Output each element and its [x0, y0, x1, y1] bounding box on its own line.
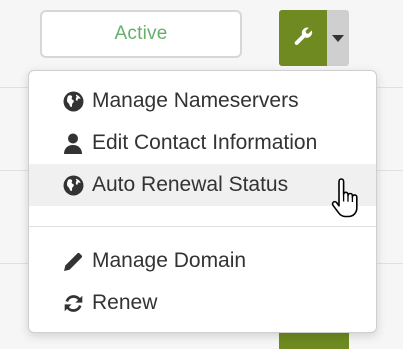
- globe-icon: [62, 174, 84, 196]
- menu-divider: [29, 226, 376, 227]
- menu-item-auto-renewal-status[interactable]: Auto Renewal Status: [29, 164, 376, 206]
- menu-item-label: Renew: [92, 291, 158, 314]
- pencil-icon: [62, 250, 84, 272]
- status-label: Active: [114, 23, 168, 44]
- hand-pointer-cursor-icon: [330, 178, 362, 218]
- wrench-icon: [292, 25, 314, 52]
- user-icon: [62, 132, 84, 154]
- menu-item-manage-nameservers[interactable]: Manage Nameservers: [29, 80, 376, 122]
- tools-button[interactable]: [279, 10, 327, 66]
- menu-item-label: Edit Contact Information: [92, 131, 318, 154]
- caret-down-icon: [332, 34, 344, 42]
- status-badge: Active: [40, 10, 242, 58]
- action-button-peek[interactable]: [279, 333, 349, 349]
- refresh-icon: [62, 292, 84, 314]
- menu-item-renew[interactable]: Renew: [29, 282, 376, 324]
- tools-dropdown-menu: Manage Nameservers Edit Contact Informat…: [28, 70, 377, 333]
- menu-item-edit-contact-information[interactable]: Edit Contact Information: [29, 122, 376, 164]
- menu-item-label: Auto Renewal Status: [92, 173, 289, 196]
- tools-dropdown-toggle[interactable]: [327, 10, 349, 66]
- menu-item-label: Manage Nameservers: [92, 89, 299, 112]
- menu-item-label: Manage Domain: [92, 249, 247, 272]
- globe-icon: [62, 90, 84, 112]
- menu-item-manage-domain[interactable]: Manage Domain: [29, 240, 376, 282]
